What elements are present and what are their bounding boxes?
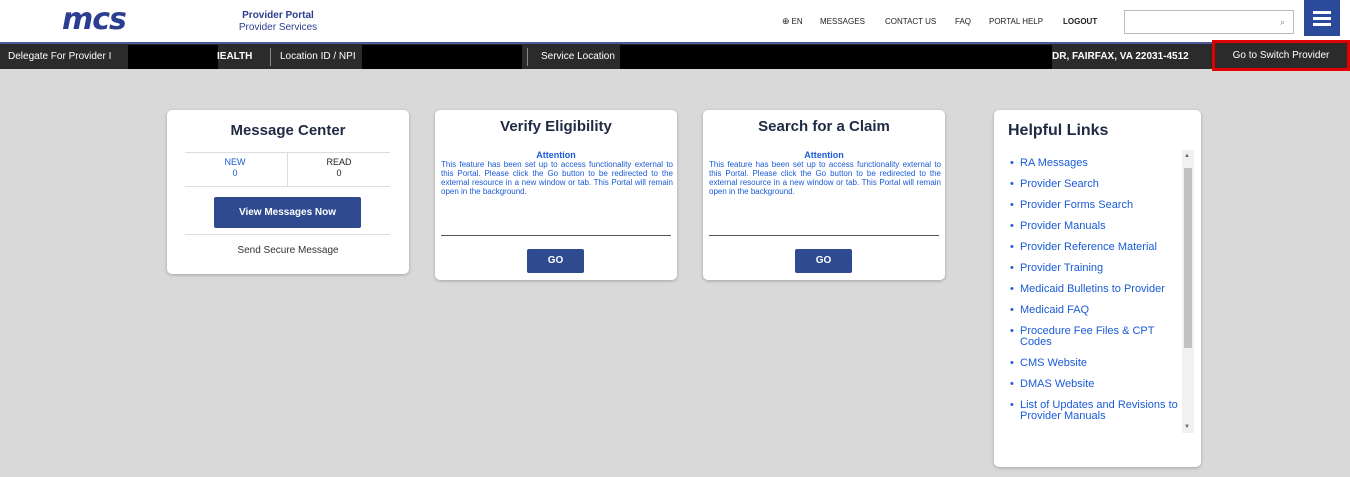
- location-label: Location ID / NPI: [280, 51, 356, 62]
- portal-title: Provider Portal Provider Services: [228, 10, 328, 34]
- delegate-label: Delegate For Provider I: [8, 51, 112, 62]
- message-counts: NEW 0 READ 0: [185, 152, 390, 187]
- link-provider-reference-material[interactable]: Provider Reference Material: [1010, 242, 1182, 254]
- attention-text: This feature has been set up to access f…: [441, 160, 673, 196]
- link-provider-training[interactable]: Provider Training: [1010, 263, 1182, 275]
- redacted-block: [128, 45, 218, 69]
- provider-name-fragment: IEALTH: [217, 51, 253, 62]
- read-label: READ: [326, 157, 352, 167]
- search-icon[interactable]: ⌕: [1272, 10, 1294, 34]
- divider: [441, 235, 671, 236]
- globe-icon: ⊕: [782, 16, 790, 26]
- divider: [527, 48, 528, 66]
- hamburger-menu-icon[interactable]: [1304, 0, 1340, 36]
- helpful-links-scrollbar[interactable]: ▲ ▼: [1182, 150, 1194, 433]
- attention-label: Attention: [536, 150, 576, 160]
- portal-title-text: Provider Portal: [242, 10, 314, 21]
- divider: [709, 235, 939, 236]
- redacted-block: [362, 45, 522, 69]
- helpful-links-title: Helpful Links: [1008, 122, 1109, 139]
- link-medicaid-bulletins[interactable]: Medicaid Bulletins to Provider: [1010, 284, 1182, 296]
- provider-info-bar: Delegate For Provider I IEALTH Location …: [0, 42, 1350, 69]
- link-procedure-fee-files[interactable]: Procedure Fee Files & CPT Codes: [1010, 326, 1182, 348]
- nav-messages-link[interactable]: MESSAGES: [820, 17, 865, 26]
- read-count: 0: [336, 168, 342, 178]
- address-text: DR, FAIRFAX, VA 22031-4512: [1052, 51, 1189, 62]
- top-header: mcs Provider Portal Provider Services ⊕ …: [0, 0, 1350, 42]
- link-ra-messages[interactable]: RA Messages: [1010, 158, 1182, 170]
- language-label: EN: [791, 17, 803, 26]
- attention-label: Attention: [804, 150, 844, 160]
- search-claim-card: Search for a Claim Attention This featur…: [703, 110, 945, 280]
- switch-provider-button[interactable]: Go to Switch Provider: [1212, 40, 1350, 71]
- message-center-card: Message Center NEW 0 READ 0 View Message…: [167, 110, 409, 274]
- verify-eligibility-card: Verify Eligibility Attention This featur…: [435, 110, 677, 280]
- search-claim-title: Search for a Claim: [758, 118, 890, 135]
- message-center-title: Message Center: [230, 122, 346, 139]
- portal-subtitle-text: Provider Services: [238, 22, 318, 33]
- divider: [270, 48, 271, 66]
- new-label: NEW: [224, 157, 246, 167]
- nav-faq-link[interactable]: FAQ: [955, 17, 971, 26]
- read-messages: READ 0: [289, 157, 389, 179]
- nav-contact-link[interactable]: CONTACT US: [885, 17, 936, 26]
- verify-eligibility-title: Verify Eligibility: [500, 118, 612, 135]
- link-updates-revisions[interactable]: List of Updates and Revisions to Provide…: [1010, 400, 1182, 422]
- scroll-down-icon[interactable]: ▼: [1184, 424, 1190, 430]
- search-claim-go-button[interactable]: GO: [795, 249, 852, 273]
- view-messages-button[interactable]: View Messages Now: [214, 197, 361, 228]
- mcs-logo[interactable]: mcs: [62, 2, 127, 37]
- nav-logout-link[interactable]: LOGOUT: [1063, 17, 1097, 26]
- nav-help-link[interactable]: PORTAL HELP: [989, 17, 1043, 26]
- search-input[interactable]: [1124, 10, 1274, 34]
- link-provider-manuals[interactable]: Provider Manuals: [1010, 221, 1182, 233]
- helpful-links-list: RA Messages Provider Search Provider For…: [1010, 158, 1182, 430]
- language-selector[interactable]: ⊕ EN: [782, 16, 803, 27]
- verify-go-button[interactable]: GO: [527, 249, 584, 273]
- helpful-links-scroll-area[interactable]: RA Messages Provider Search Provider For…: [994, 150, 1182, 430]
- new-messages[interactable]: NEW 0: [185, 157, 285, 179]
- scrollbar-thumb[interactable]: [1184, 168, 1192, 348]
- link-medicaid-faq[interactable]: Medicaid FAQ: [1010, 305, 1182, 317]
- helpful-links-card: Helpful Links RA Messages Provider Searc…: [994, 110, 1201, 467]
- new-count: 0: [232, 168, 238, 178]
- link-cms-website[interactable]: CMS Website: [1010, 358, 1182, 370]
- send-secure-message-link[interactable]: Send Secure Message: [167, 245, 409, 256]
- attention-text: This feature has been set up to access f…: [709, 160, 941, 196]
- link-provider-forms-search[interactable]: Provider Forms Search: [1010, 200, 1182, 212]
- scroll-up-icon[interactable]: ▲: [1184, 153, 1190, 159]
- service-location-label: Service Location: [541, 51, 615, 62]
- link-provider-search[interactable]: Provider Search: [1010, 179, 1182, 191]
- link-dmas-website[interactable]: DMAS Website: [1010, 379, 1182, 391]
- redacted-block: [620, 45, 1052, 69]
